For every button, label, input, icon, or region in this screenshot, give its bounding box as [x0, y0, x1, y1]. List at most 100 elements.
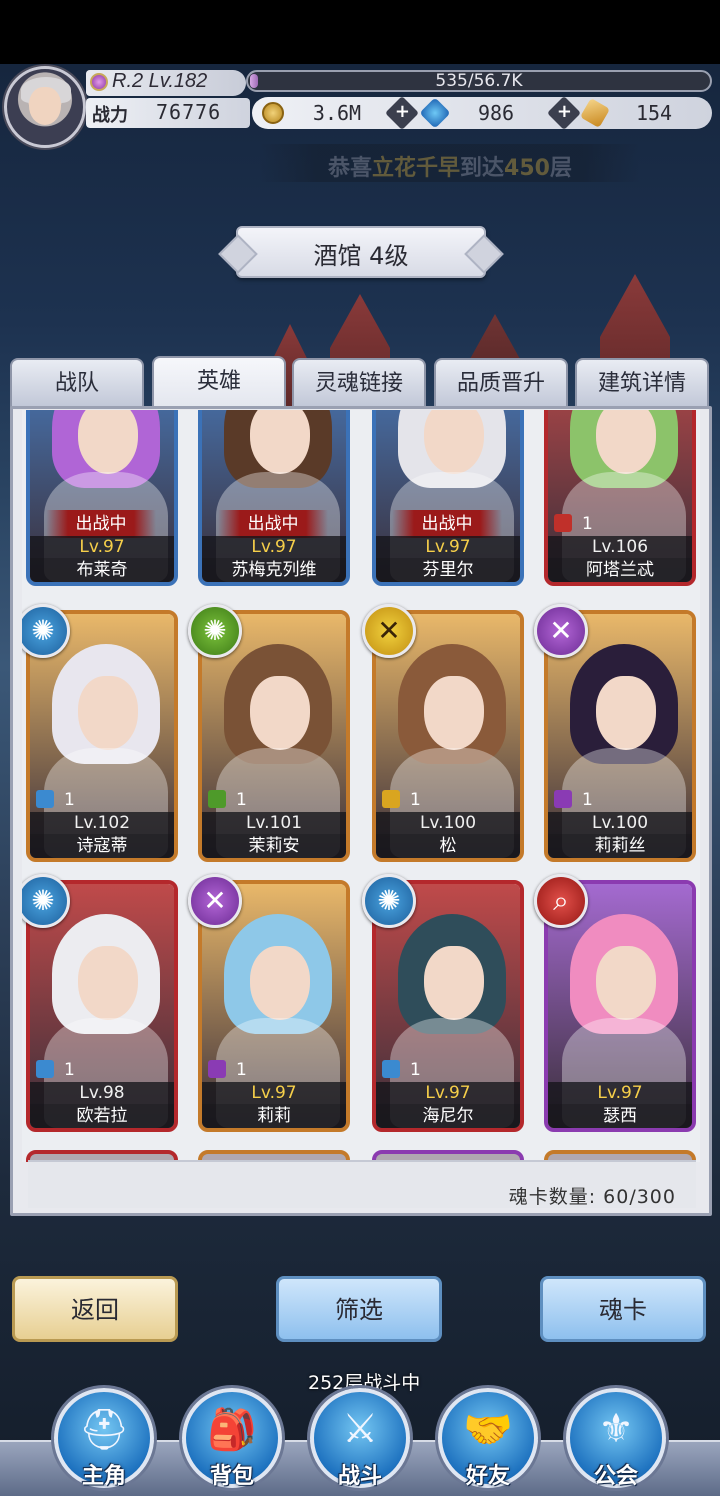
- hero-level: Lv.100: [376, 812, 520, 834]
- tab-team[interactable]: 战队: [10, 358, 144, 408]
- hero-name: 欧若拉: [30, 1104, 174, 1128]
- tab-quality-upgrade[interactable]: 品质晋升: [434, 358, 568, 408]
- hero-name: 阿塔兰忒: [548, 558, 692, 582]
- announcement-name: 立花千早: [372, 156, 461, 181]
- nav-label: 背包: [209, 1464, 254, 1489]
- tab-label: 品质晋升: [456, 371, 545, 396]
- power-value: 76776: [156, 100, 222, 124]
- hero-level: Lv.102: [30, 812, 174, 834]
- hero-rank: 1: [554, 514, 593, 534]
- rank-icon: [382, 790, 400, 808]
- hero-level: Lv.101: [202, 812, 346, 834]
- power-label: 战力: [92, 105, 128, 126]
- hero-grid[interactable]: 出战中 Lv.97 布莱奇 出战中 Lv.97 苏梅克列维 出战中 Lv.97 芬里尔 1 Lv.1…: [22, 410, 700, 1162]
- rank-icon: [36, 790, 54, 808]
- rank-icon: [554, 514, 572, 532]
- hero-card[interactable]: 1 Lv.106 阿塔兰忒: [544, 410, 696, 586]
- hero-rank: 1: [36, 790, 75, 810]
- red-element-icon: ⌕: [534, 874, 588, 928]
- hero-rank: 1: [382, 1060, 421, 1080]
- ticket-value: 154: [635, 101, 673, 125]
- gem-value: 986: [477, 101, 515, 125]
- hero-face: [250, 946, 310, 1020]
- hero-name: 莉莉: [202, 1104, 346, 1128]
- hero-name: 莉莉丝: [548, 834, 692, 858]
- rank-gem-icon: [90, 73, 108, 91]
- hero-level: Lv.97: [548, 1082, 692, 1104]
- gold-coin-icon: [262, 102, 284, 124]
- hero-face: [78, 676, 138, 750]
- plus-icon: +: [395, 101, 411, 123]
- handshake-icon: 🤝: [463, 1407, 513, 1453]
- backpack-icon: 🎒: [207, 1407, 257, 1453]
- hero-face: [250, 676, 310, 750]
- filter-button[interactable]: 筛选: [276, 1276, 442, 1342]
- hero-name: 海尼尔: [376, 1104, 520, 1128]
- tab-label: 建筑详情: [597, 371, 686, 396]
- hero-level: Lv.97: [376, 1082, 520, 1104]
- tab-label: 英雄: [196, 369, 241, 394]
- hero-name: 松: [376, 834, 520, 858]
- plus-icon: +: [557, 101, 573, 123]
- hero-level: Lv.98: [30, 1082, 174, 1104]
- battle-floor: 252: [308, 1372, 345, 1394]
- announcement-middle: 到达: [460, 156, 505, 181]
- hero-card[interactable]: 出战中 Lv.97 苏梅克列维: [198, 410, 350, 586]
- nav-label: 好友: [465, 1464, 510, 1489]
- hero-face: [424, 946, 484, 1020]
- hero-name: 芬里尔: [376, 558, 520, 582]
- hero-face: [424, 676, 484, 750]
- tab-soul-link[interactable]: 灵魂链接: [292, 358, 426, 408]
- nav-label: 主角: [81, 1464, 126, 1489]
- hero-level: Lv.100: [548, 812, 692, 834]
- hero-face: [596, 946, 656, 1020]
- hero-level: Lv.97: [202, 1082, 346, 1104]
- player-avatar[interactable]: [4, 66, 86, 148]
- hero-level: Lv.106: [548, 536, 692, 558]
- rank-icon: [208, 790, 226, 808]
- hero-name: 瑟西: [548, 1104, 692, 1128]
- avatar-face: [29, 87, 61, 125]
- tab-label: 灵魂链接: [314, 371, 403, 396]
- hero-rank: 1: [36, 1060, 75, 1080]
- hero-level: Lv.97: [376, 536, 520, 558]
- card-count: 魂卡数量: 60/300: [508, 1186, 676, 1208]
- hero-level: Lv.97: [202, 536, 346, 558]
- hero-rank: 1: [208, 790, 247, 810]
- hero-name: 苏梅克列维: [202, 558, 346, 582]
- hero-card[interactable]: 出战中 Lv.97 芬里尔: [372, 410, 524, 586]
- yellow-element-icon: ✕: [362, 604, 416, 658]
- back-button[interactable]: 返回: [12, 1276, 178, 1342]
- deployed-badge: 出战中: [392, 510, 502, 538]
- announcement-prefix: 恭喜: [328, 156, 373, 181]
- hero-name: 布莱奇: [30, 558, 174, 582]
- hero-rank: 1: [554, 790, 593, 810]
- deployed-badge: 出战中: [46, 510, 156, 538]
- nav-label: 战斗: [337, 1464, 382, 1489]
- deployed-badge: 出战中: [218, 510, 328, 538]
- hero-face: [596, 676, 656, 750]
- announcement-text: 恭喜立花千早到达450层: [260, 150, 640, 182]
- nav-label: 公会: [593, 1464, 638, 1489]
- hero-card[interactable]: 出战中 Lv.97 布莱奇: [26, 410, 178, 586]
- hero-name: 茉莉安: [202, 834, 346, 858]
- hero-name: 诗寇蒂: [30, 834, 174, 858]
- tab-heroes[interactable]: 英雄: [152, 356, 286, 410]
- hero-level: Lv.97: [30, 536, 174, 558]
- rank-icon: [382, 1060, 400, 1078]
- purple-element-icon: ✕: [188, 874, 242, 928]
- soul-card-button[interactable]: 魂卡: [540, 1276, 706, 1342]
- helmet-icon: ⛑: [78, 1407, 130, 1453]
- hero-rank: 1: [208, 1060, 247, 1080]
- tab-building-details[interactable]: 建筑详情: [575, 358, 709, 408]
- crossed-swords-icon: ⚔: [342, 1406, 378, 1452]
- gold-value: 3.6M: [312, 101, 362, 125]
- green-element-icon: ✺: [188, 604, 242, 658]
- page-title: 酒馆 4级: [313, 242, 409, 270]
- hero-face: [78, 946, 138, 1020]
- announcement-suffix: 层: [549, 156, 572, 181]
- guild-crest-icon: ⚜: [598, 1406, 634, 1452]
- tab-label: 战队: [54, 371, 99, 396]
- status-bar-area: [0, 0, 720, 64]
- rank-icon: [208, 1060, 226, 1078]
